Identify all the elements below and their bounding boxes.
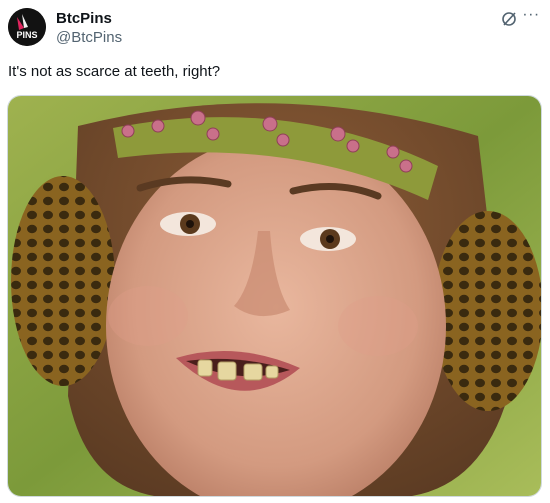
grok-icon[interactable] [500, 10, 518, 28]
post-text: It's not as scarce at teeth, right? [8, 63, 221, 80]
left-hair-bun [11, 176, 115, 386]
more-options-icon[interactable]: ··· [520, 7, 542, 28]
right-hair-bun [433, 211, 541, 411]
author-display-name[interactable]: BtcPins [56, 10, 112, 28]
tweet-card: PINS BtcPins @BtcPins ··· It's not as sc… [0, 0, 550, 503]
post-media-photo[interactable] [7, 95, 542, 497]
avatar[interactable]: PINS [8, 8, 46, 46]
author-handle[interactable]: @BtcPins [56, 29, 122, 47]
avatar-logo-text: PINS [16, 30, 37, 40]
